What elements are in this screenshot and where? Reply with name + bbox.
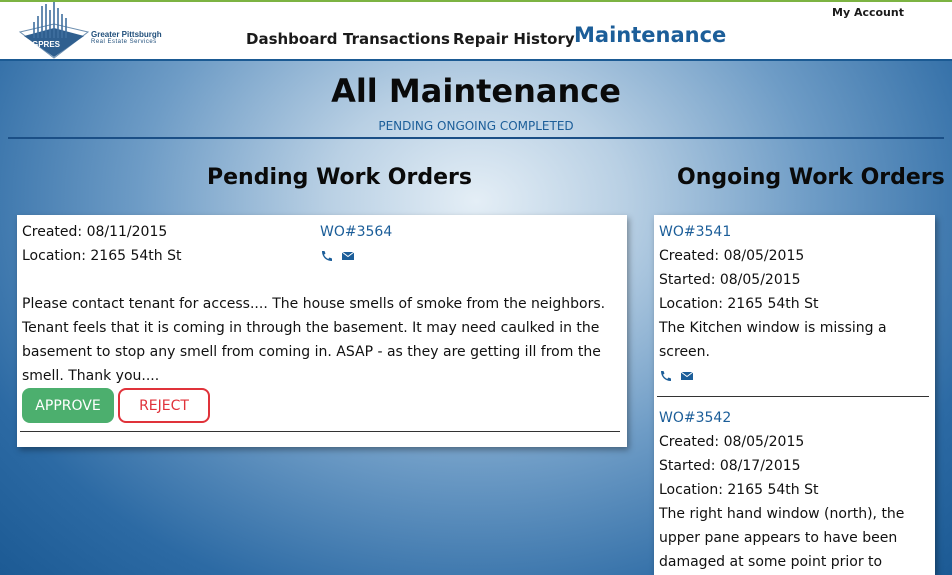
work-order-description: Please contact tenant for access.... The… <box>22 296 606 384</box>
logo-brand-name: Greater Pittsburgh <box>91 30 162 39</box>
started-date: Started: 08/05/2015 <box>659 272 801 288</box>
location: Location: 2165 54th St <box>659 296 819 312</box>
created-date: Created: 08/11/2015 <box>22 224 168 240</box>
created-date: Created: 08/05/2015 <box>659 434 805 450</box>
filter-pending[interactable]: PENDING <box>378 119 433 133</box>
card-divider <box>657 396 929 397</box>
phone-icon[interactable] <box>659 370 673 382</box>
location: Location: 2165 54th St <box>659 482 819 498</box>
nav-dashboard[interactable]: Dashboard <box>246 30 337 50</box>
logo-brand-subtitle: Real Estate Services <box>91 39 157 45</box>
logo-badge: GPRES <box>32 40 61 49</box>
work-order-link[interactable]: WO#3542 <box>659 406 731 430</box>
card-divider <box>20 431 620 432</box>
nav-transactions[interactable]: Transactions <box>343 30 450 50</box>
reject-button[interactable]: REJECT <box>118 388 210 423</box>
top-navbar: GPRES Greater Pittsburgh Real Estate Ser… <box>0 0 952 61</box>
title-divider <box>8 137 944 139</box>
work-order-description: The right hand window (north), the upper… <box>659 506 905 570</box>
my-account-link[interactable]: My Account <box>832 6 904 19</box>
pending-work-order-card: Created: 08/11/2015 Location: 2165 54th … <box>17 215 627 447</box>
building-logo-icon <box>18 2 90 59</box>
gpres-logo[interactable]: GPRES Greater Pittsburgh Real Estate Ser… <box>18 2 168 60</box>
created-date: Created: 08/05/2015 <box>659 248 805 264</box>
phone-icon[interactable] <box>320 250 334 262</box>
location: Location: 2165 54th St <box>22 248 182 264</box>
filter-completed[interactable]: COMPLETED <box>500 119 574 133</box>
page-title: All Maintenance <box>331 72 621 110</box>
approve-button[interactable]: APPROVE <box>22 388 114 423</box>
mail-icon[interactable] <box>680 370 694 382</box>
ongoing-heading: Ongoing Work Orders <box>677 165 945 190</box>
work-order-link[interactable]: WO#3541 <box>659 220 731 244</box>
pending-heading: Pending Work Orders <box>207 165 472 190</box>
work-order-link[interactable]: WO#3564 <box>320 220 392 244</box>
nav-maintenance[interactable]: Maintenance <box>574 23 726 47</box>
status-filters: PENDING ONGOING COMPLETED <box>0 119 952 133</box>
ongoing-work-orders-card: WO#3541 Created: 08/05/2015 Started: 08/… <box>654 215 935 575</box>
filter-ongoing[interactable]: ONGOING <box>437 119 496 133</box>
started-date: Started: 08/17/2015 <box>659 458 801 474</box>
mail-icon[interactable] <box>341 250 355 262</box>
nav-repair-history[interactable]: Repair History <box>453 30 575 50</box>
work-order-description: The Kitchen window is missing a screen. <box>659 320 887 360</box>
